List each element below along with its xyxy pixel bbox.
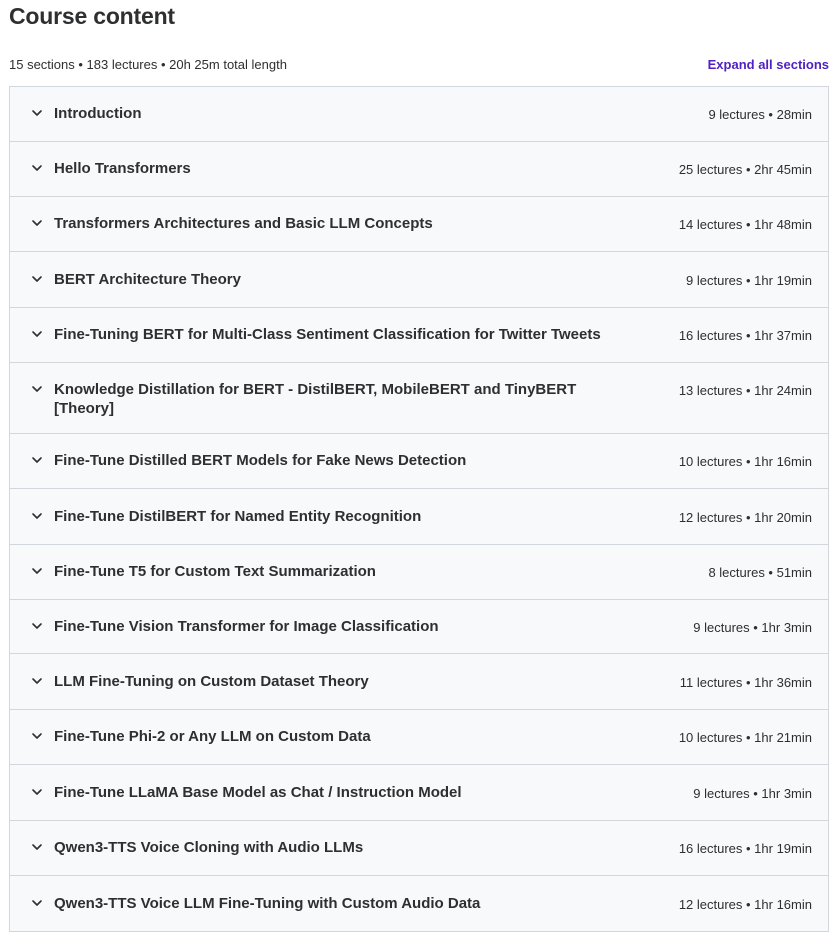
- chevron-down-icon: [30, 674, 44, 688]
- section-title: LLM Fine-Tuning on Custom Dataset Theory: [54, 673, 369, 690]
- section-lecture-info: 12 lectures • 1hr 20min: [678, 510, 812, 525]
- section-item-3[interactable]: Transformers Architectures and Basic LLM…: [10, 197, 828, 252]
- section-item-6[interactable]: Knowledge Distillation for BERT - Distil…: [10, 363, 828, 434]
- chevron-down-icon: [30, 896, 44, 910]
- section-item-12[interactable]: Fine-Tune Phi-2 or Any LLM on Custom Dat…: [10, 710, 828, 765]
- section-lecture-info: 11 lectures • 1hr 36min: [679, 675, 812, 690]
- course-summary: 15 sections • 183 lectures • 20h 25m tot…: [9, 56, 287, 72]
- chevron-down-icon: [30, 619, 44, 633]
- chevron-down-icon: [30, 382, 44, 396]
- section-lecture-info: 12 lectures • 1hr 16min: [678, 897, 812, 912]
- section-item-8[interactable]: Fine-Tune DistilBERT for Named Entity Re…: [10, 489, 828, 545]
- chevron-down-icon: [30, 840, 44, 854]
- section-item-15[interactable]: Qwen3-TTS Voice LLM Fine-Tuning with Cus…: [10, 876, 828, 932]
- section-lecture-info: 16 lectures • 1hr 19min: [678, 841, 812, 856]
- section-lecture-info: 9 lectures • 1hr 19min: [686, 273, 812, 288]
- section-lecture-info: 10 lectures • 1hr 21min: [678, 730, 812, 745]
- chevron-down-icon: [30, 327, 44, 341]
- section-item-11[interactable]: LLM Fine-Tuning on Custom Dataset Theory…: [10, 654, 828, 710]
- section-item-5[interactable]: Fine-Tuning BERT for Multi-Class Sentime…: [10, 308, 828, 363]
- section-lecture-info: 16 lectures • 1hr 37min: [678, 328, 812, 343]
- section-title: Qwen3-TTS Voice LLM Fine-Tuning with Cus…: [54, 895, 481, 912]
- chevron-down-icon: [30, 272, 44, 286]
- section-item-14[interactable]: Qwen3-TTS Voice Cloning with Audio LLMs …: [10, 821, 828, 876]
- course-summary-row: 15 sections • 183 lectures • 20h 25m tot…: [9, 42, 829, 86]
- section-lecture-info: 9 lectures • 1hr 3min: [693, 786, 812, 801]
- section-title: Fine-Tune DistilBERT for Named Entity Re…: [54, 508, 422, 525]
- section-title: Knowledge Distillation for BERT - Distil…: [54, 381, 577, 417]
- section-title: Transformers Architectures and Basic LLM…: [54, 215, 433, 232]
- section-lecture-info: 25 lectures • 2hr 45min: [678, 162, 812, 177]
- chevron-down-icon: [30, 453, 44, 467]
- section-lecture-info: 9 lectures • 1hr 3min: [693, 620, 812, 635]
- page-title: Course content: [9, 3, 175, 29]
- section-item-13[interactable]: Fine-Tune LLaMA Base Model as Chat / Ins…: [10, 765, 828, 821]
- section-lecture-info: 13 lectures • 1hr 24min: [678, 383, 812, 398]
- chevron-down-icon: [30, 785, 44, 799]
- section-item-1[interactable]: Introduction 9 lectures • 28min: [10, 87, 828, 142]
- section-item-7[interactable]: Fine-Tune Distilled BERT Models for Fake…: [10, 434, 828, 489]
- expand-all-sections-button[interactable]: Expand all sections: [708, 57, 829, 72]
- section-item-4[interactable]: BERT Architecture Theory 9 lectures • 1h…: [10, 252, 828, 308]
- section-lecture-info: 14 lectures • 1hr 48min: [678, 217, 812, 232]
- section-item-9[interactable]: Fine-Tune T5 for Custom Text Summarizati…: [10, 545, 828, 600]
- chevron-down-icon: [30, 161, 44, 175]
- section-title: Fine-Tuning BERT for Multi-Class Sentime…: [54, 326, 601, 343]
- sections-accordion: Introduction 9 lectures • 28min Hello Tr…: [9, 86, 829, 932]
- chevron-down-icon: [30, 729, 44, 743]
- section-title: Hello Transformers: [54, 160, 191, 177]
- section-title: Qwen3-TTS Voice Cloning with Audio LLMs: [54, 839, 364, 856]
- section-title: BERT Architecture Theory: [54, 271, 241, 288]
- section-title: Fine-Tune T5 for Custom Text Summarizati…: [54, 563, 376, 580]
- course-content-panel: Course content 15 sections • 183 lecture…: [9, 0, 829, 932]
- section-title: Fine-Tune Phi-2 or Any LLM on Custom Dat…: [54, 728, 371, 745]
- section-title: Fine-Tune Vision Transformer for Image C…: [54, 618, 439, 635]
- section-title: Fine-Tune Distilled BERT Models for Fake…: [54, 452, 467, 469]
- section-lecture-info: 9 lectures • 28min: [708, 107, 812, 122]
- section-item-10[interactable]: Fine-Tune Vision Transformer for Image C…: [10, 600, 828, 654]
- section-item-2[interactable]: Hello Transformers 25 lectures • 2hr 45m…: [10, 142, 828, 197]
- section-title: Introduction: [54, 105, 142, 122]
- section-title: Fine-Tune LLaMA Base Model as Chat / Ins…: [54, 784, 462, 801]
- chevron-down-icon: [30, 509, 44, 523]
- chevron-down-icon: [30, 216, 44, 230]
- chevron-down-icon: [30, 106, 44, 120]
- section-lecture-info: 10 lectures • 1hr 16min: [678, 454, 812, 469]
- section-lecture-info: 8 lectures • 51min: [708, 565, 812, 580]
- chevron-down-icon: [30, 564, 44, 578]
